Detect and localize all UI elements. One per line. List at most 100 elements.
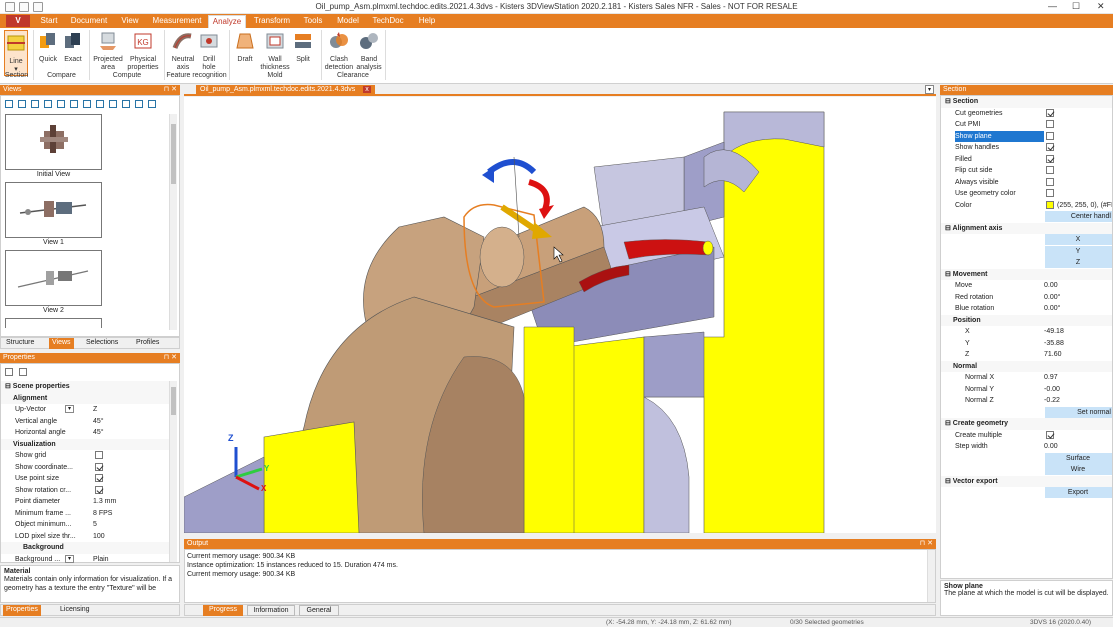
tab-tools[interactable]: Tools — [298, 15, 328, 28]
views-scrollbar[interactable] — [169, 114, 177, 330]
section-checkbox[interactable] — [1046, 108, 1054, 119]
tab-techdoc[interactable]: TechDoc — [368, 15, 408, 28]
3d-viewport[interactable]: Z Y X — [184, 97, 936, 533]
drill-hole-button[interactable]: Drill hole — [198, 30, 220, 72]
tab-start[interactable]: Start — [34, 15, 64, 28]
section-action-button[interactable]: Set normal — [1045, 406, 1112, 418]
wall-thickness-button[interactable]: Wall thickness — [260, 30, 290, 72]
document-tab-close-icon[interactable]: x — [363, 86, 371, 93]
tab-selections[interactable]: Selections — [83, 338, 121, 349]
tab-general[interactable]: General — [299, 605, 339, 616]
prop-checkbox[interactable] — [95, 473, 103, 484]
clash-detection-button[interactable]: Clash detection — [323, 30, 355, 72]
tab-properties[interactable]: Properties — [3, 605, 41, 616]
view-tool-icon[interactable] — [57, 100, 65, 108]
tab-document[interactable]: Document — [68, 15, 110, 28]
prop-value[interactable]: Plain — [93, 554, 109, 565]
tab-view[interactable]: View — [114, 15, 146, 28]
checkbox-icon[interactable] — [95, 451, 103, 460]
tab-measurement[interactable]: Measurement — [150, 15, 204, 28]
section-action-button[interactable]: Export — [1045, 487, 1112, 498]
section-action-button[interactable]: Center handl — [1045, 211, 1112, 222]
tab-transform[interactable]: Transform — [250, 15, 294, 28]
document-list-icon[interactable]: ▾ — [925, 85, 934, 94]
views-panel-controls[interactable]: ⊓ ✕ — [164, 85, 177, 95]
checkbox-icon[interactable] — [95, 474, 103, 483]
minimize-button[interactable]: — — [1048, 1, 1057, 11]
prop-value[interactable]: 45° — [93, 427, 104, 438]
section-action-button[interactable]: Wire — [1045, 464, 1112, 475]
section-value[interactable]: -49.18 — [1044, 326, 1064, 337]
prop-value[interactable]: 5 — [93, 519, 97, 530]
section-checkbox[interactable] — [1046, 188, 1054, 199]
section-value[interactable]: 0.97 — [1044, 372, 1058, 383]
section-color-value[interactable]: (255, 255, 0), (#FF — [1046, 200, 1112, 211]
dropdown-chevron-icon[interactable]: ▾ — [65, 554, 74, 563]
prop-checkbox[interactable] — [95, 462, 103, 473]
section-checkbox[interactable] — [1046, 430, 1054, 441]
section-action-button[interactable]: X — [1045, 234, 1112, 245]
section-value[interactable]: 0.00° — [1044, 303, 1060, 314]
tab-information[interactable]: Information — [247, 605, 295, 616]
view-tool-icon[interactable] — [31, 100, 39, 108]
section-action-button[interactable]: Surface — [1045, 452, 1112, 464]
view-tool-icon[interactable] — [18, 100, 26, 108]
section-checkbox[interactable] — [1046, 131, 1054, 142]
section-value[interactable]: 0.00 — [1044, 441, 1058, 452]
checkbox-icon[interactable] — [1046, 108, 1054, 117]
view-tool-icon[interactable] — [96, 100, 104, 108]
output-panel-controls[interactable]: ⊓ ✕ — [920, 539, 933, 549]
neutral-axis-button[interactable]: Neutral axis — [168, 30, 198, 72]
checkbox-icon[interactable] — [1046, 143, 1054, 152]
tab-views[interactable]: Views — [49, 338, 74, 349]
compare-exact-button[interactable]: Exact — [62, 30, 84, 64]
view-thumbnail-1[interactable] — [5, 182, 102, 238]
close-button[interactable]: ✕ — [1097, 1, 1105, 12]
tab-profiles[interactable]: Profiles — [133, 338, 162, 349]
section-value[interactable]: -35.88 — [1044, 338, 1064, 349]
checkbox-icon[interactable] — [1046, 154, 1054, 163]
checkbox-icon[interactable] — [1046, 189, 1054, 198]
section-checkbox[interactable] — [1046, 177, 1054, 188]
tab-analyze[interactable]: Analyze — [208, 15, 246, 28]
section-checkbox[interactable] — [1046, 154, 1054, 165]
checkbox-icon[interactable] — [1046, 177, 1054, 186]
output-scrollbar[interactable] — [927, 550, 935, 602]
app-logo-icon[interactable]: V — [6, 15, 30, 27]
section-checkbox[interactable] — [1046, 142, 1054, 153]
checkbox-icon[interactable] — [1046, 166, 1054, 175]
section-action-button[interactable]: Z — [1045, 257, 1112, 268]
tab-structure[interactable]: Structure — [3, 338, 37, 349]
maximize-button[interactable]: ☐ — [1072, 1, 1080, 12]
section-value[interactable]: 0.00 — [1044, 280, 1058, 291]
color-swatch[interactable] — [1046, 200, 1054, 209]
prop-value[interactable]: Z — [93, 404, 97, 415]
section-line-button[interactable]: Line ▾ — [4, 30, 28, 76]
view-thumbnail-3[interactable] — [5, 318, 102, 328]
physical-properties-button[interactable]: KG Physical properties — [126, 30, 160, 72]
view-tool-icon[interactable] — [135, 100, 143, 108]
prop-value[interactable]: 8 FPS — [93, 508, 112, 519]
prop-value[interactable]: 45° — [93, 416, 104, 427]
view-tool-icon[interactable] — [148, 100, 156, 108]
prop-value[interactable]: 100 — [93, 531, 105, 542]
projected-area-button[interactable]: Projected area — [92, 30, 124, 72]
draft-button[interactable]: Draft — [233, 30, 257, 64]
tab-progress[interactable]: Progress — [203, 605, 243, 616]
section-value[interactable]: 71.60 — [1044, 349, 1062, 360]
section-value[interactable]: 0.00° — [1044, 292, 1060, 303]
checkbox-icon[interactable] — [1046, 430, 1054, 439]
view-tool-icon[interactable] — [70, 100, 78, 108]
view-thumbnail-2[interactable] — [5, 250, 102, 306]
properties-panel-controls[interactable]: ⊓ ✕ — [164, 353, 177, 363]
dropdown-chevron-icon[interactable]: ▾ — [65, 405, 74, 413]
section-checkbox[interactable] — [1046, 119, 1054, 130]
tab-licensing[interactable]: Licensing — [57, 605, 93, 616]
compare-quick-button[interactable]: Quick — [37, 30, 59, 64]
sort-icon[interactable] — [5, 367, 13, 376]
split-button[interactable]: Split — [292, 30, 314, 64]
section-value[interactable]: -0.22 — [1044, 395, 1060, 406]
section-action-button[interactable]: Y — [1045, 245, 1112, 257]
prop-checkbox[interactable] — [95, 485, 103, 496]
view-thumbnail-initial[interactable] — [5, 114, 102, 170]
